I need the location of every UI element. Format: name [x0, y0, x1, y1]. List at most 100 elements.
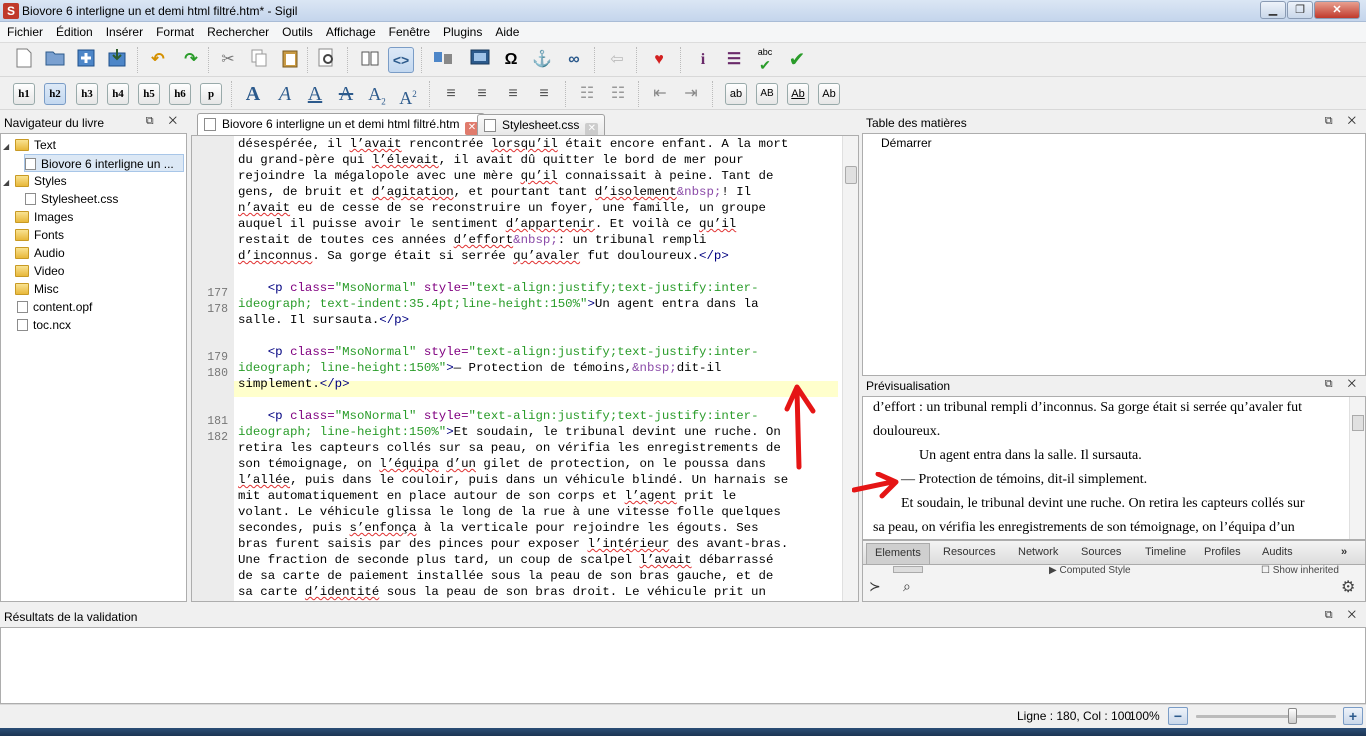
cut-icon[interactable]: ✂	[215, 47, 241, 73]
tree-folder-audio[interactable]: Audio	[15, 244, 65, 262]
split-icon[interactable]	[430, 47, 456, 73]
tab-audits[interactable]: Audits	[1262, 546, 1293, 558]
metadata-icon[interactable]: i	[690, 47, 716, 73]
menu-affichage[interactable]: Affichage	[319, 22, 382, 43]
tree-folder-styles[interactable]: ◢ Styles	[3, 172, 67, 190]
back-arrow-icon[interactable]: ⇦	[604, 47, 630, 73]
tree-folder-misc[interactable]: Misc	[15, 280, 59, 298]
menu-aide[interactable]: Aide	[488, 22, 525, 43]
panel-float-close-icons[interactable]: ⧉ ✕	[1325, 115, 1362, 128]
undo-icon[interactable]: ↶	[145, 47, 171, 73]
heading-h6-button[interactable]: h6	[169, 83, 191, 105]
minimize-button[interactable]: ▁	[1260, 1, 1286, 19]
open-folder-icon[interactable]	[42, 47, 68, 73]
menu-rechercher[interactable]: Rechercher	[200, 22, 275, 43]
validate-check-icon[interactable]: ✔	[784, 47, 810, 73]
redo-icon[interactable]: ↷	[178, 47, 204, 73]
more-tabs-button[interactable]: »	[1341, 546, 1347, 558]
show-inherited-checkbox[interactable]: ☐ Show inherited	[1261, 565, 1339, 576]
align-center-icon[interactable]: ≡	[469, 81, 495, 107]
subscript-icon[interactable]: A2	[364, 81, 390, 107]
numbered-list-icon[interactable]: ☷	[605, 81, 631, 107]
align-right-icon[interactable]: ≡	[500, 81, 526, 107]
add-file-icon[interactable]	[73, 47, 99, 73]
preview-scrollbar[interactable]	[1349, 397, 1365, 539]
expand-arrow-icon[interactable]: ◢	[3, 174, 15, 192]
underline-icon[interactable]: A	[302, 81, 328, 107]
tab-timeline[interactable]: Timeline	[1145, 546, 1186, 558]
save-icon[interactable]	[104, 47, 130, 73]
italic-icon[interactable]: A	[272, 81, 298, 107]
heading-h2-button[interactable]: h2	[44, 83, 66, 105]
decrease-indent-icon[interactable]: ⇤	[647, 81, 673, 107]
tree-file-stylesheet[interactable]: Stylesheet.css	[25, 190, 118, 208]
toc-entry[interactable]: Démarrer	[881, 136, 932, 150]
computed-style-section[interactable]: ▶ Computed Style	[1049, 565, 1131, 576]
uppercase-button[interactable]: AB	[756, 83, 778, 105]
paragraph-button[interactable]: p	[200, 83, 222, 105]
heading-h5-button[interactable]: h5	[138, 83, 160, 105]
expand-arrow-icon[interactable]: ◢	[3, 138, 15, 156]
menu-fenetre[interactable]: Fenêtre	[382, 22, 436, 43]
code-view-icon[interactable]: <>	[388, 47, 414, 73]
tree-file-content-opf[interactable]: content.opf	[17, 298, 92, 316]
find-icon[interactable]	[314, 47, 340, 73]
menu-format[interactable]: Format	[149, 22, 200, 43]
preview-view[interactable]: d’effort : un tribunal rempli d’inconnus…	[862, 396, 1366, 540]
book-view-icon[interactable]	[357, 47, 383, 73]
paste-icon[interactable]	[277, 47, 303, 73]
tree-folder-images[interactable]: Images	[15, 208, 73, 226]
increase-indent-icon[interactable]: ⇥	[678, 81, 704, 107]
panel-float-close-icons[interactable]: ⧉ ✕	[1325, 609, 1362, 622]
heading-h4-button[interactable]: h4	[107, 83, 129, 105]
bullet-list-icon[interactable]: ☷	[574, 81, 600, 107]
tab-stylesheet-css[interactable]: Stylesheet.css ✕	[477, 114, 606, 136]
panel-float-close-icons[interactable]: ⧉ ✕	[1325, 378, 1362, 391]
scroll-thumb[interactable]	[845, 166, 857, 184]
menu-fichier[interactable]: Fichier	[0, 22, 49, 43]
gear-icon[interactable]: ⚙	[1341, 577, 1355, 597]
link-icon[interactable]: ∞	[561, 47, 587, 73]
sentence-case-button[interactable]: Ab	[787, 83, 809, 105]
tree-folder-fonts[interactable]: Fonts	[15, 226, 64, 244]
tab-sources[interactable]: Sources	[1081, 546, 1121, 558]
zoom-slider-thumb[interactable]	[1287, 708, 1297, 724]
code-view[interactable]: 177 178 179 180 181 182 désespérée, il l…	[191, 135, 859, 602]
search-icon[interactable]: ⌕	[903, 578, 911, 595]
tree-folder-video[interactable]: Video	[15, 262, 64, 280]
console-prompt-icon[interactable]: ≻	[869, 578, 881, 595]
toc-edit-icon[interactable]: ☰	[721, 47, 747, 73]
close-window-button[interactable]: ✕	[1314, 1, 1360, 19]
tab-network[interactable]: Network	[1018, 546, 1058, 558]
tab-resources[interactable]: Resources	[943, 546, 996, 558]
tab-profiles[interactable]: Profiles	[1204, 546, 1241, 558]
menu-inserer[interactable]: Insérer	[99, 22, 149, 43]
strikethrough-icon[interactable]: A	[333, 81, 359, 107]
lowercase-button[interactable]: ab	[725, 83, 747, 105]
spellcheck-icon[interactable]: abc ✔	[752, 45, 778, 72]
donate-heart-icon[interactable]: ♥	[646, 47, 672, 73]
zoom-slider[interactable]	[1196, 708, 1336, 724]
new-file-icon[interactable]	[11, 47, 37, 73]
insert-image-icon[interactable]	[467, 47, 493, 73]
special-character-icon[interactable]: Ω	[498, 47, 524, 73]
heading-h1-button[interactable]: h1	[13, 83, 35, 105]
tree-file-biovore[interactable]: Biovore 6 interligne un ...	[24, 154, 184, 172]
tree-file-toc-ncx[interactable]: toc.ncx	[17, 316, 71, 334]
scroll-thumb[interactable]	[1352, 415, 1364, 431]
code-vertical-scrollbar[interactable]	[842, 136, 858, 601]
superscript-icon[interactable]: A2	[395, 81, 421, 108]
panel-float-close-icons[interactable]: ⧉ ✕	[146, 115, 183, 128]
menu-outils[interactable]: Outils	[275, 22, 319, 43]
maximize-button[interactable]: ❐	[1287, 1, 1313, 19]
zoom-in-button[interactable]: +	[1343, 707, 1363, 725]
bold-icon[interactable]: A	[240, 81, 266, 107]
zoom-out-button[interactable]: −	[1168, 707, 1188, 725]
tree-folder-text[interactable]: ◢ Text	[3, 136, 56, 154]
align-left-icon[interactable]: ≡	[438, 81, 464, 107]
menu-edition[interactable]: Édition	[49, 22, 99, 43]
heading-h3-button[interactable]: h3	[76, 83, 98, 105]
menu-plugins[interactable]: Plugins	[436, 22, 488, 43]
align-justify-icon[interactable]: ≡	[531, 81, 557, 107]
anchor-icon[interactable]: ⚓	[529, 47, 555, 73]
